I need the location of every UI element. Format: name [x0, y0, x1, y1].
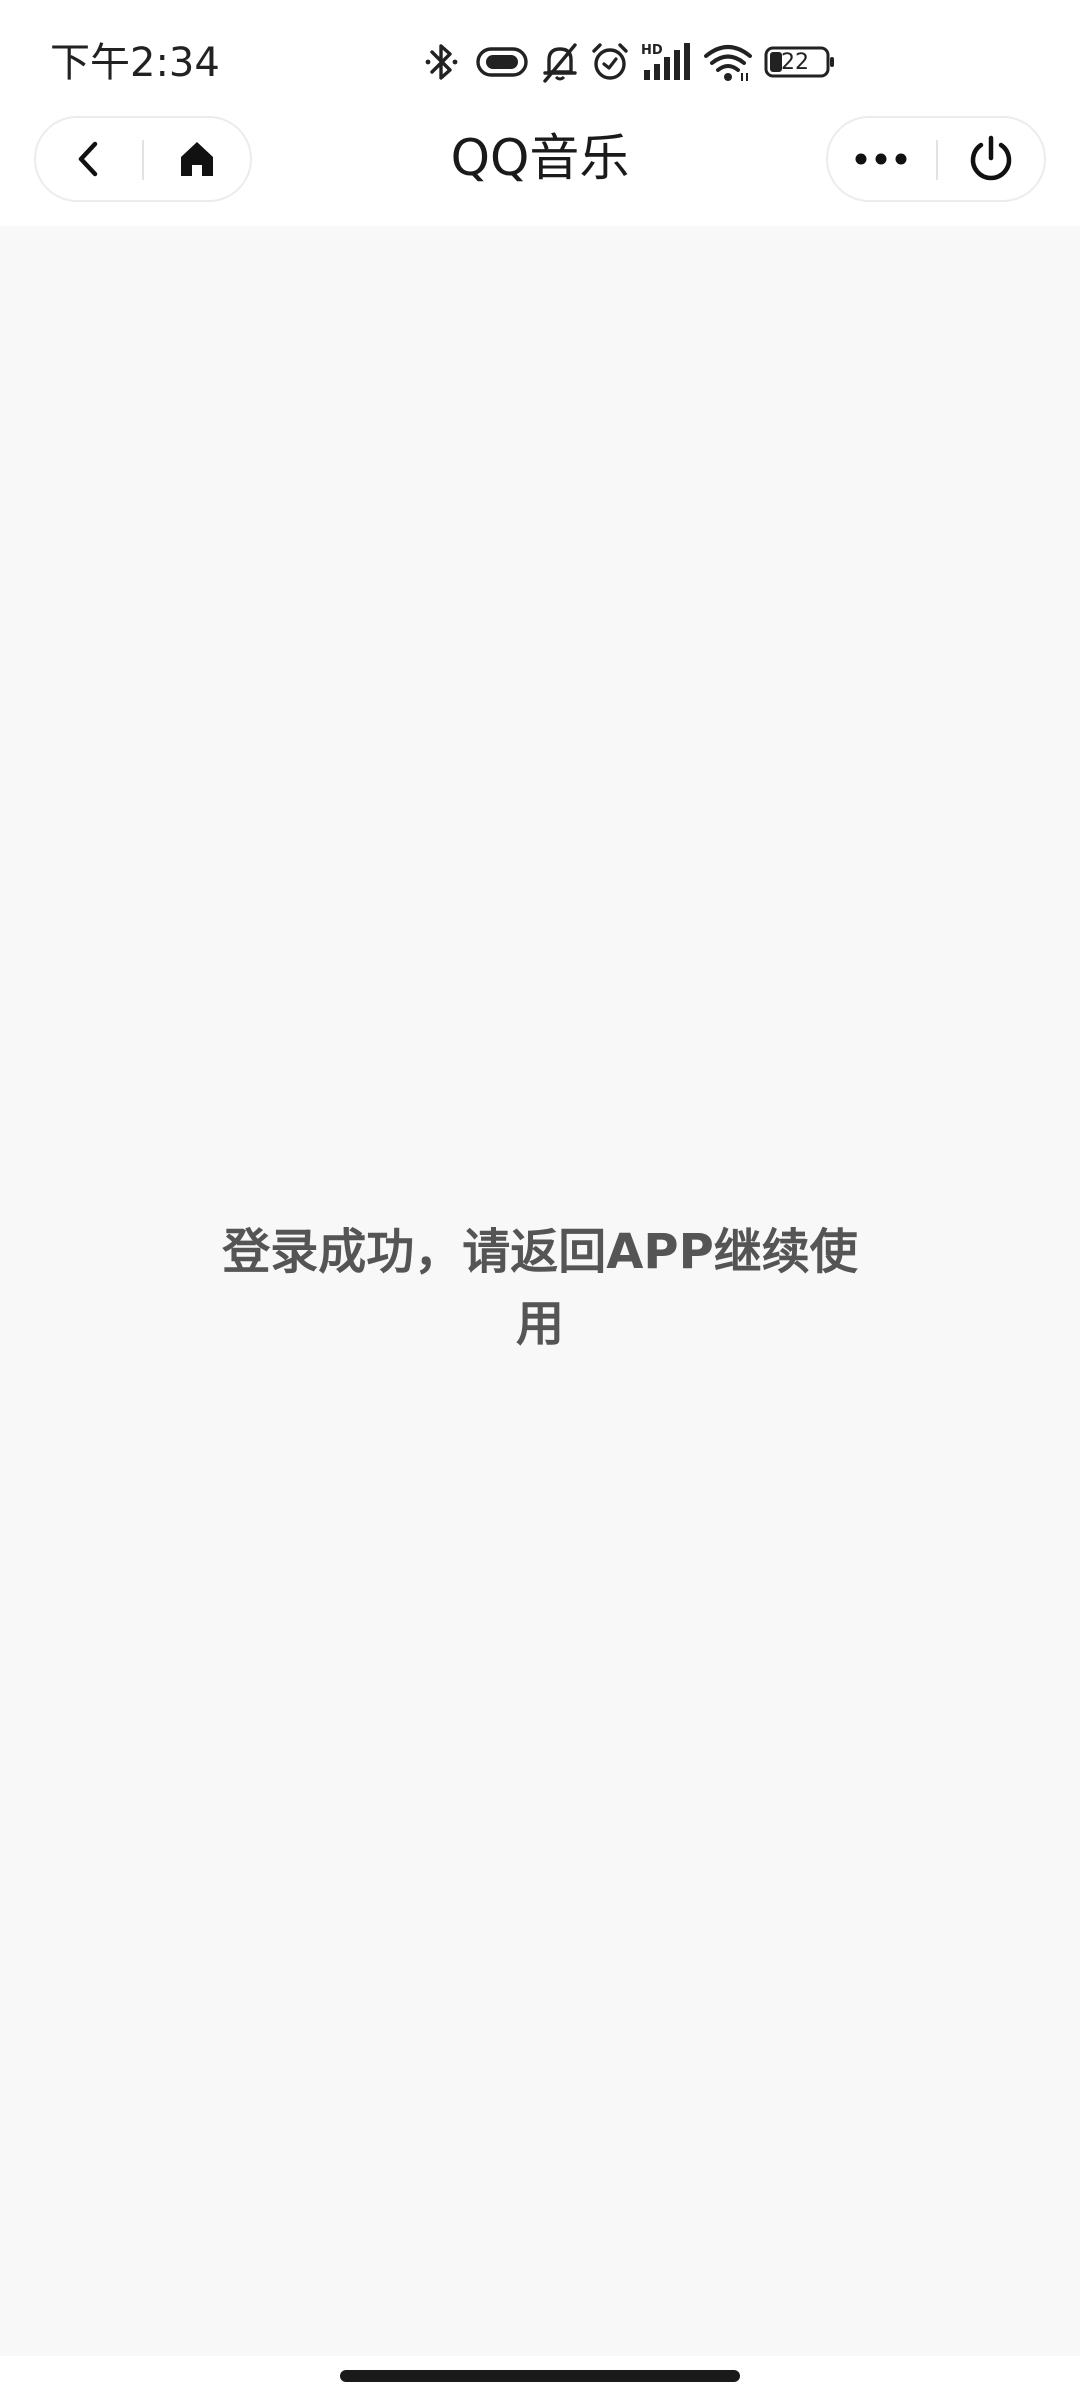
- vibrate-icon: [476, 47, 528, 77]
- back-icon: [78, 141, 98, 177]
- battery-level: 22: [781, 50, 809, 75]
- back-button[interactable]: [36, 118, 142, 200]
- more-icon: [855, 153, 907, 165]
- home-button[interactable]: [144, 118, 250, 200]
- home-indicator[interactable]: [340, 2370, 740, 2382]
- signal-icon: HD: [641, 43, 690, 80]
- gesture-bar: [0, 2356, 1080, 2400]
- status-time: 下午2:34: [50, 40, 220, 86]
- nav-left-capsule: [34, 116, 252, 202]
- screen: 下午2:34 HD 22 QQ音乐 登录成功，请返回APP继续使用: [0, 0, 1080, 2400]
- power-icon: [970, 135, 1012, 181]
- status-bar: 下午2:34 HD 22: [0, 0, 1080, 112]
- home-icon: [181, 142, 213, 176]
- bluetooth-icon: [425, 44, 458, 80]
- login-success-message: 登录成功，请返回APP继续使用: [222, 1224, 858, 1352]
- nav-right-capsule: [826, 116, 1046, 202]
- more-button[interactable]: [828, 118, 934, 200]
- page-title: QQ音乐: [450, 129, 630, 187]
- alarm-icon: [592, 43, 628, 80]
- mute-icon: [543, 43, 577, 83]
- close-miniprogram-button[interactable]: [938, 118, 1044, 200]
- wifi-icon: [704, 45, 752, 81]
- svg-text:HD: HD: [641, 43, 663, 58]
- content-area: 登录成功，请返回APP继续使用: [0, 226, 1080, 2356]
- nav-bar: QQ音乐: [0, 112, 1080, 226]
